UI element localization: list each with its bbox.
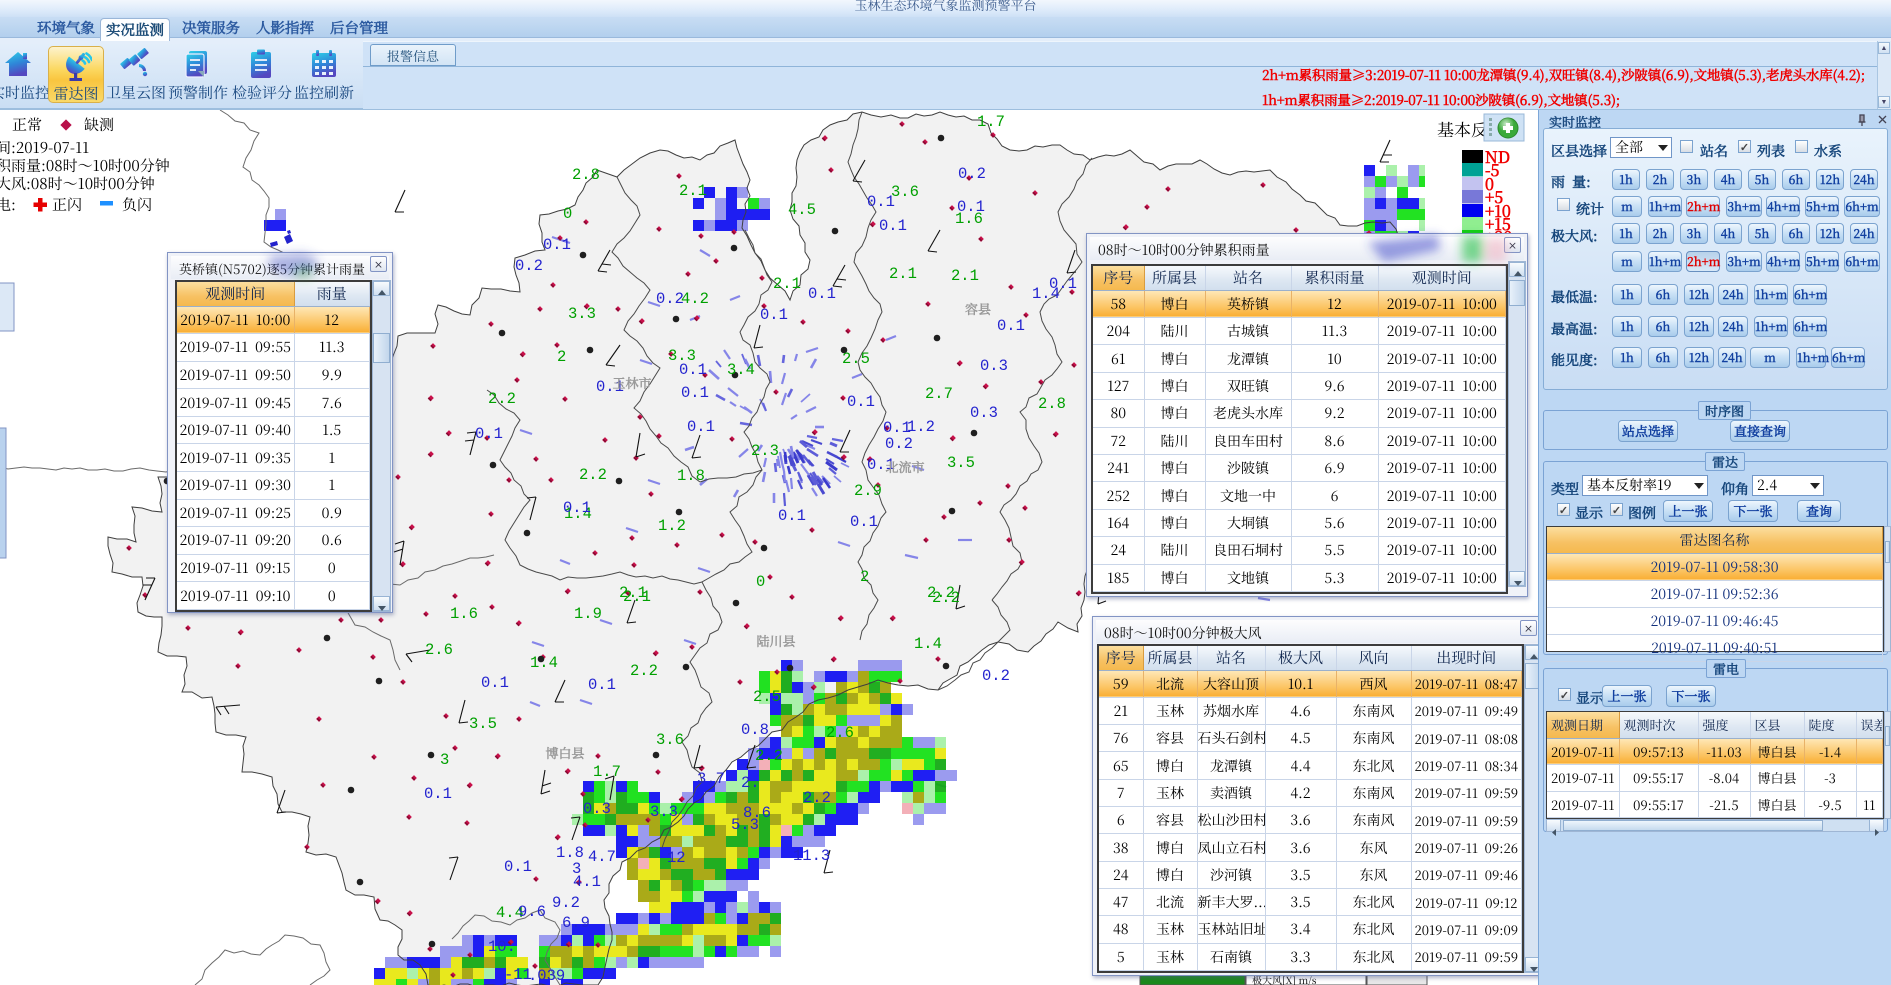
svg-text:电:: 电:: [0, 194, 16, 215]
svg-text:2.2: 2.2: [579, 466, 607, 484]
svg-text:2.8: 2.8: [1038, 395, 1066, 413]
svg-text:1.8: 1.8: [677, 467, 705, 485]
svg-text:2.3: 2.3: [751, 442, 779, 460]
svg-text:0.1: 0.1: [424, 785, 452, 803]
svg-text:2.: 2.: [741, 774, 760, 792]
svg-text:基本反: 基本反: [1437, 116, 1488, 141]
svg-text:1.4: 1.4: [914, 635, 942, 653]
svg-text:0.1: 0.1: [679, 361, 707, 379]
svg-text:0.1: 0.1: [543, 236, 571, 254]
svg-text:2.1: 2.1: [951, 267, 979, 285]
svg-text:2.1: 2.1: [679, 182, 707, 200]
svg-text:0.1: 0.1: [847, 393, 875, 411]
svg-text:大风:08时～10时00分钟: 大风:08时～10时00分钟: [0, 173, 155, 194]
svg-text:0.1: 0.1: [681, 384, 709, 402]
svg-text:北流市: 北流市: [885, 457, 924, 476]
svg-text:2.6: 2.6: [826, 724, 854, 742]
svg-text:6.9: 6.9: [562, 914, 590, 932]
svg-text:4.7: 4.7: [588, 848, 616, 866]
svg-text:2.2: 2.2: [932, 589, 960, 607]
svg-text:玉林市: 玉林市: [612, 373, 651, 392]
svg-text:负闪: 负闪: [122, 194, 152, 215]
svg-text:9.6: 9.6: [518, 903, 546, 921]
svg-text:缺测: 缺测: [84, 114, 114, 135]
svg-text:3.6: 3.6: [891, 183, 919, 201]
svg-text:12: 12: [667, 849, 686, 867]
svg-text:0: 0: [756, 573, 765, 591]
svg-text:0.1: 0.1: [760, 306, 788, 324]
svg-text:5.3: 5.3: [731, 816, 759, 834]
svg-text:1.4: 1.4: [1032, 285, 1060, 303]
svg-text:4.2: 4.2: [681, 290, 709, 308]
svg-text:0.1: 0.1: [850, 513, 878, 531]
svg-text:0.3: 0.3: [583, 800, 611, 818]
svg-text:0.1: 0.1: [687, 418, 715, 436]
svg-text:1.7: 1.7: [593, 763, 621, 781]
svg-text:2.2: 2.2: [755, 747, 783, 765]
svg-text:0.2: 0.2: [982, 667, 1010, 685]
svg-text:3.6: 3.6: [656, 731, 684, 749]
svg-text:0.1: 0.1: [879, 217, 907, 235]
svg-text:0.2: 0.2: [885, 435, 913, 453]
svg-text:0.2: 0.2: [656, 290, 684, 308]
svg-text:10.: 10.: [488, 938, 516, 956]
svg-text:2.9: 2.9: [854, 482, 882, 500]
svg-text:0.8: 0.8: [741, 721, 769, 739]
svg-text:0.1: 0.1: [997, 317, 1025, 335]
svg-text:11.3: 11.3: [793, 847, 830, 865]
svg-text:0.1: 0.1: [504, 858, 532, 876]
svg-text:博白县: 博白县: [545, 743, 584, 762]
svg-text:1.2: 1.2: [658, 517, 686, 535]
svg-text:1.9: 1.9: [574, 605, 602, 623]
svg-text:2.2: 2.2: [630, 662, 658, 680]
svg-text:2.2: 2.2: [803, 789, 831, 807]
svg-text:正闪: 正闪: [52, 194, 82, 215]
svg-text:0.1: 0.1: [475, 425, 503, 443]
svg-text:0.2: 0.2: [515, 257, 543, 275]
svg-text:0.3: 0.3: [970, 404, 998, 422]
svg-text:9.2: 9.2: [552, 894, 580, 912]
svg-text:4.5: 4.5: [788, 201, 816, 219]
svg-text:0.1: 0.1: [563, 499, 591, 517]
svg-text:陆川县: 陆川县: [756, 631, 795, 650]
svg-text:2: 2: [860, 568, 869, 586]
svg-text:1.7: 1.7: [977, 113, 1005, 131]
svg-text:0: 0: [563, 205, 572, 223]
svg-text:3.5: 3.5: [469, 715, 497, 733]
svg-text:0.2: 0.2: [958, 165, 986, 183]
svg-text:正常: 正常: [12, 114, 42, 135]
svg-text:2.7: 2.7: [925, 385, 953, 403]
svg-text:0.3: 0.3: [980, 357, 1008, 375]
svg-text:2.2: 2.2: [488, 390, 516, 408]
svg-text:3.3: 3.3: [650, 803, 678, 821]
svg-text:3: 3: [440, 751, 449, 769]
svg-text:3.5: 3.5: [947, 454, 975, 472]
svg-text:0.1: 0.1: [778, 507, 806, 525]
svg-text:3.7: 3.7: [697, 770, 725, 788]
svg-text:2.6: 2.6: [425, 641, 453, 659]
svg-text:1.4: 1.4: [530, 654, 558, 672]
svg-text:4.1: 4.1: [573, 873, 601, 891]
svg-text:0.1: 0.1: [588, 676, 616, 694]
svg-text:容县: 容县: [965, 299, 991, 318]
svg-text:1.2: 1.2: [907, 418, 935, 436]
svg-text:1.6: 1.6: [450, 605, 478, 623]
svg-text:2.1: 2.1: [889, 265, 917, 283]
svg-text:0.1: 0.1: [867, 193, 895, 211]
svg-text:2.1: 2.1: [773, 275, 801, 293]
svg-text:3.3: 3.3: [568, 305, 596, 323]
svg-text:3.4: 3.4: [727, 361, 755, 379]
svg-text:2: 2: [557, 348, 566, 366]
svg-text:2.5: 2.5: [842, 350, 870, 368]
svg-text:0.1: 0.1: [481, 674, 509, 692]
svg-text:2.5: 2.5: [753, 688, 781, 706]
svg-text:0.1: 0.1: [957, 198, 985, 216]
svg-text:2.1: 2.1: [623, 588, 651, 606]
svg-text:2.8: 2.8: [572, 166, 600, 184]
svg-text:.039: .039: [528, 967, 565, 985]
svg-text:0.1: 0.1: [808, 285, 836, 303]
